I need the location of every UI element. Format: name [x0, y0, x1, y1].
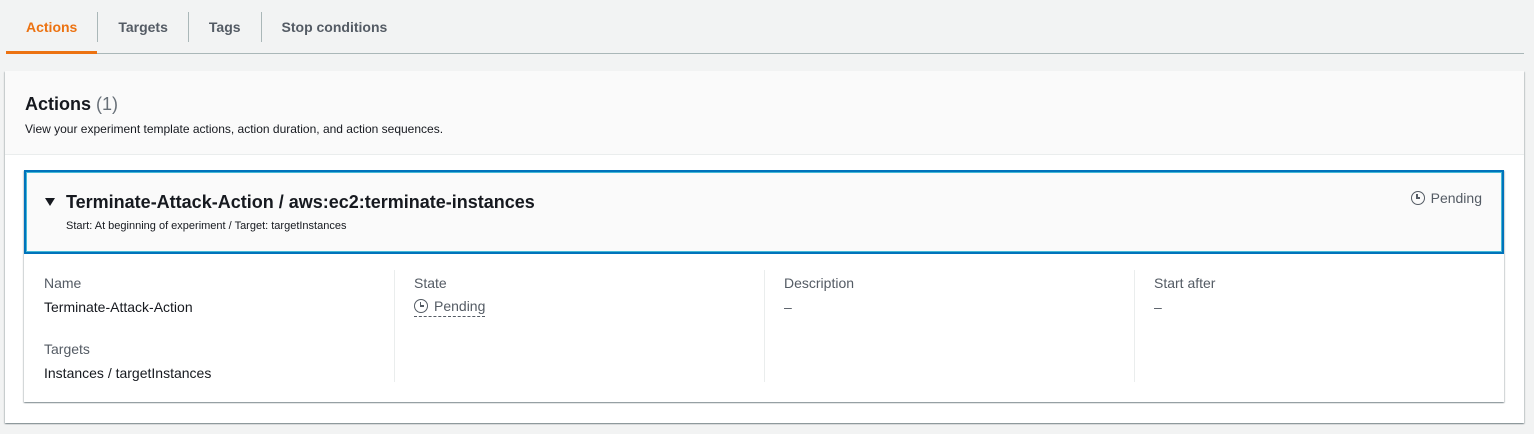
tab-bar: Actions Targets Tags Stop conditions — [6, 0, 1524, 54]
action-details: Name Terminate-Attack-Action Targets Ins… — [24, 254, 1504, 402]
action-card: Terminate-Attack-Action / aws:ec2:termin… — [24, 170, 1504, 402]
status-indicator: Pending — [1410, 190, 1482, 206]
container-title: Actions (1) — [25, 93, 1504, 115]
action-subtitle: Start: At beginning of experiment / Targ… — [66, 220, 347, 232]
name-field: Name Terminate-Attack-Action — [44, 274, 374, 316]
description-value: – — [784, 299, 792, 315]
container-header: Actions (1) View your experiment templat… — [5, 71, 1524, 155]
tab-targets[interactable]: Targets — [98, 0, 188, 53]
clock-icon — [1410, 191, 1425, 205]
action-title[interactable]: Terminate-Attack-Action / aws:ec2:termin… — [66, 192, 535, 213]
clock-icon — [414, 299, 428, 313]
status-text: Pending — [1430, 190, 1482, 206]
state-label: State — [414, 275, 447, 291]
details-column-state: State Pending — [394, 254, 764, 402]
details-column-name: Name Terminate-Attack-Action Targets Ins… — [24, 254, 394, 402]
tab-tags[interactable]: Tags — [189, 0, 261, 53]
state-value[interactable]: Pending — [414, 298, 486, 317]
state-text: Pending — [434, 298, 486, 314]
tab-stop-conditions[interactable]: Stop conditions — [262, 0, 408, 53]
container-title-text: Actions — [25, 94, 92, 114]
tab-actions[interactable]: Actions — [6, 0, 98, 54]
details-column-start-after: Start after – — [1134, 254, 1504, 402]
targets-field: Targets Instances / targetInstances — [44, 340, 374, 382]
name-value: Terminate-Attack-Action — [44, 299, 193, 315]
targets-value: Instances / targetInstances — [44, 365, 212, 381]
name-label: Name — [44, 275, 82, 291]
caret-down-icon[interactable] — [45, 198, 55, 206]
actions-container: Actions (1) View your experiment templat… — [5, 71, 1524, 423]
targets-label: Targets — [44, 341, 90, 357]
description-label: Description — [784, 275, 855, 291]
container-description: View your experiment template actions, a… — [25, 122, 444, 136]
details-column-description: Description – — [764, 254, 1134, 402]
container-count: (1) — [96, 94, 119, 114]
start-after-label: Start after — [1154, 275, 1216, 291]
start-after-value: – — [1154, 299, 1162, 315]
action-expandable-header[interactable]: Terminate-Attack-Action / aws:ec2:termin… — [24, 170, 1504, 254]
